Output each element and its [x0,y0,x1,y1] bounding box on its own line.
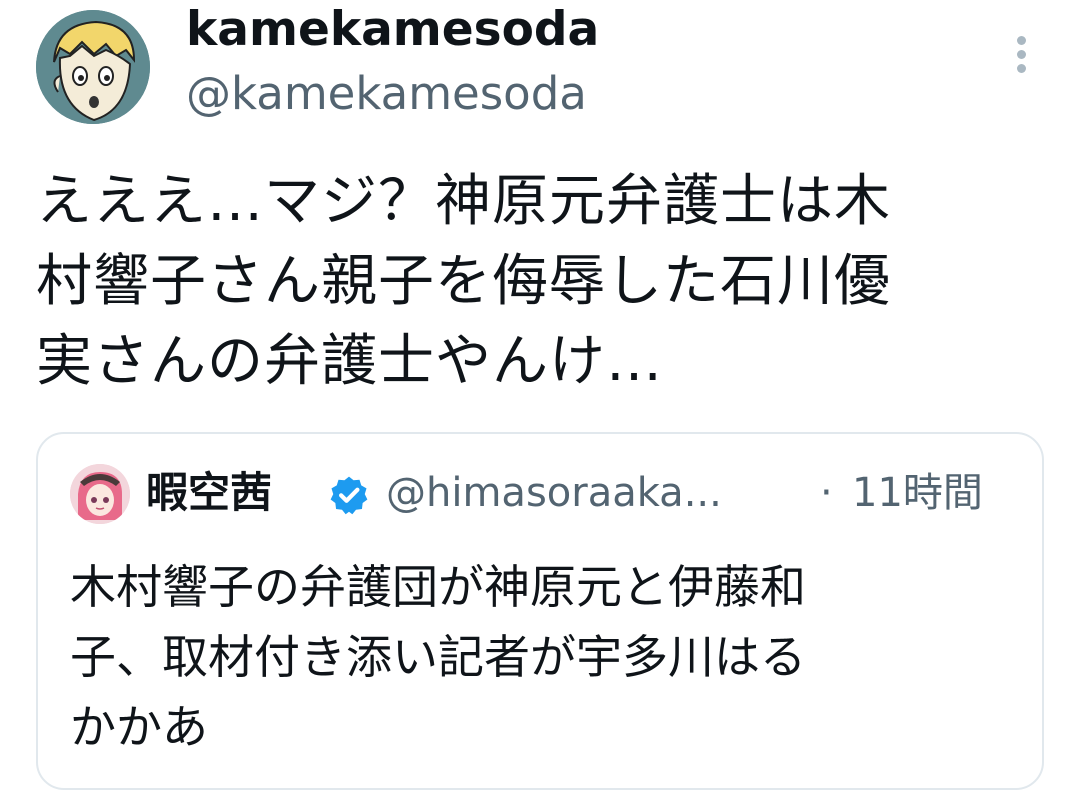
quoted-text-line: 子、取材付き添い記者が宇多川はる [70,630,806,684]
quoted-tweet-text: 木村響子の弁護団が神原元と伊藤和 子、取材付き添い記者が宇多川はる かかあ [70,552,1020,762]
meta-separator: · [820,470,833,516]
anime-girl-avatar-icon [70,464,130,524]
author-display-name[interactable]: kamekamesoda [186,2,599,58]
author-avatar[interactable] [36,10,150,124]
quoted-author-avatar[interactable] [70,464,130,524]
tweet-text: えええ…マジ？神原元弁護士は木 村響子さん親子を侮辱した石川優 実さんの弁護士や… [36,162,1046,402]
more-vertical-icon [1017,36,1026,45]
cartoon-boy-avatar-icon [36,10,150,124]
quoted-text-line: 木村響子の弁護団が神原元と伊藤和 [70,560,806,614]
verified-badge-icon [330,476,368,515]
author-handle[interactable]: @kamekamesoda [186,66,587,122]
quoted-timestamp[interactable]: 11時間 [852,464,983,522]
quoted-display-name[interactable]: 暇空茜 [146,464,272,522]
more-options-button[interactable] [1004,34,1040,74]
tweet-text-line: えええ…マジ？神原元弁護士は木 [36,169,891,234]
quoted-text-line: かかあ [70,700,208,754]
more-vertical-icon-dot [1017,64,1026,73]
tweet-text-line: 実さんの弁護士やんけ… [36,329,663,394]
quoted-tweet-card[interactable]: 暇空茜 @himasoraaka... · 11時間 木村響子の弁護団が神原元と… [36,432,1044,790]
tweet-text-line: 村響子さん親子を侮辱した石川優 [36,249,891,314]
more-vertical-icon-dot [1017,50,1026,59]
quoted-handle[interactable]: @himasoraaka... [386,464,722,522]
